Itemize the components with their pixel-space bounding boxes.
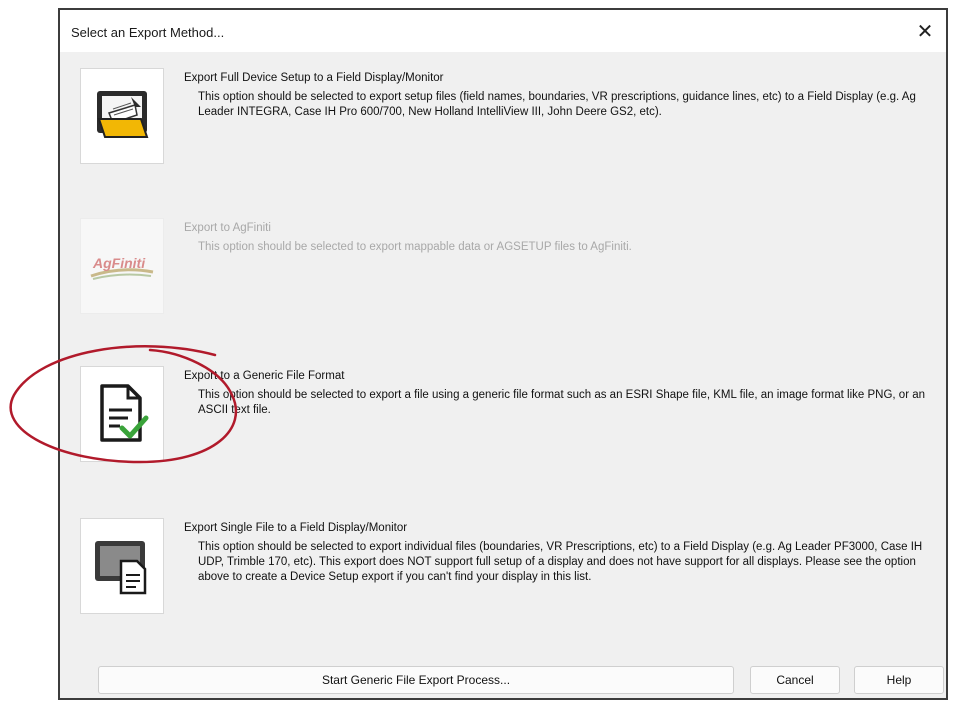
document-check-icon[interactable] bbox=[80, 366, 164, 462]
cancel-button[interactable]: Cancel bbox=[750, 666, 840, 694]
help-button[interactable]: Help bbox=[854, 666, 944, 694]
start-export-button[interactable]: Start Generic File Export Process... bbox=[98, 666, 734, 694]
folder-export-icon[interactable] bbox=[80, 68, 164, 164]
option-title: Export to AgFiniti bbox=[184, 222, 271, 234]
title-bar: Select an Export Method... ✕ bbox=[60, 10, 946, 52]
option-agfiniti: AgFiniti Export to AgFiniti This option … bbox=[60, 218, 946, 318]
option-title: Export Single File to a Field Display/Mo… bbox=[184, 522, 408, 534]
agfiniti-logo-text: AgFiniti bbox=[92, 255, 146, 271]
option-description: This option should be selected to export… bbox=[198, 389, 926, 416]
monitor-file-icon[interactable] bbox=[80, 518, 164, 614]
option-full-device-setup[interactable]: Export Full Device Setup to a Field Disp… bbox=[60, 68, 946, 168]
option-single-file[interactable]: Export Single File to a Field Display/Mo… bbox=[60, 518, 946, 618]
option-description: This option should be selected to export… bbox=[198, 91, 916, 118]
option-generic-file-format[interactable]: Export to a Generic File Format This opt… bbox=[60, 366, 946, 466]
export-method-dialog: Select an Export Method... ✕ Export Full… bbox=[58, 8, 948, 700]
agfiniti-logo: AgFiniti bbox=[80, 218, 164, 314]
option-title: Export to a Generic File Format bbox=[184, 370, 345, 382]
option-title: Export Full Device Setup to a Field Disp… bbox=[184, 72, 444, 84]
dialog-title: Select an Export Method... bbox=[71, 25, 225, 40]
option-description: This option should be selected to export… bbox=[198, 241, 632, 253]
option-description: This option should be selected to export… bbox=[198, 541, 923, 583]
close-icon[interactable]: ✕ bbox=[910, 18, 940, 46]
